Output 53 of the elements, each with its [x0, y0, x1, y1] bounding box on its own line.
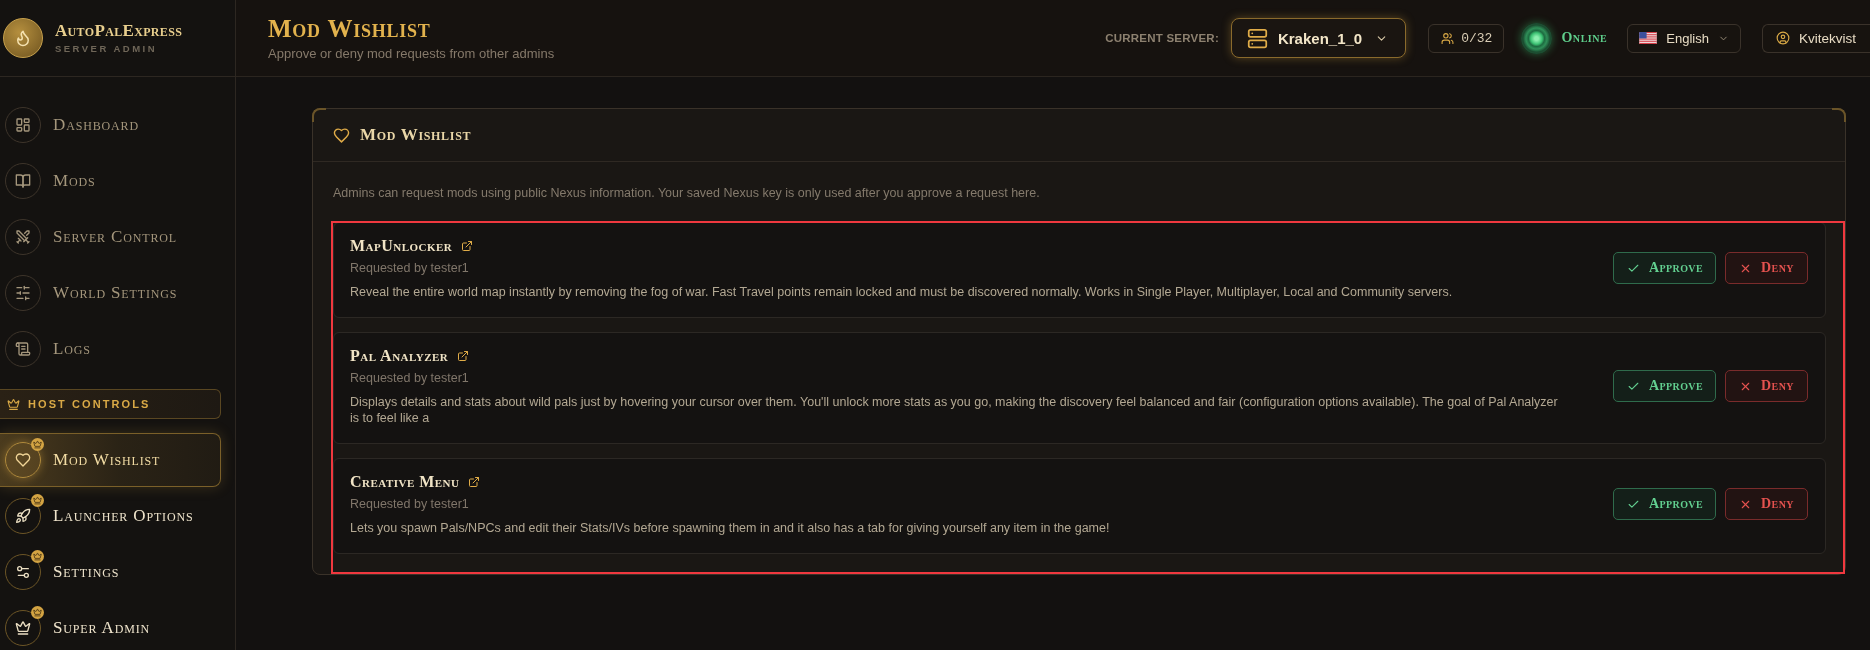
sidebar-item[interactable]: Mods — [0, 159, 221, 203]
player-count: 0/32 — [1461, 30, 1493, 46]
user-icon — [1776, 31, 1790, 45]
crown-icon — [7, 397, 20, 411]
info-text: Admins can request mods using public Nexus information. Your saved Nexus key is only used after you approve a request here. — [333, 185, 1041, 201]
crown-badge-icon — [31, 550, 44, 563]
deny-button[interactable]: Deny — [1725, 370, 1808, 402]
users-icon — [1441, 31, 1455, 45]
corner-ornament — [312, 108, 326, 122]
language-dropdown[interactable]: English — [1627, 23, 1741, 53]
sidebar-item[interactable]: Super Admin — [0, 606, 221, 650]
mod-title: MapUnlocker — [350, 237, 453, 255]
deny-button[interactable]: Deny — [1725, 488, 1808, 520]
crown-badge-icon — [31, 606, 44, 619]
sidebar-item[interactable]: Logs — [0, 327, 221, 371]
approve-button[interactable]: Approve — [1612, 488, 1717, 520]
brand-tagline: SERVER ADMIN — [55, 43, 158, 55]
deny-button[interactable]: Deny — [1725, 252, 1808, 284]
sidebar-item[interactable]: Settings — [0, 550, 221, 594]
requester-text: Requested by tester1 — [350, 496, 470, 512]
brand-name: AutoPalExpress — [55, 21, 183, 41]
card-title: Mod Wishlist — [360, 125, 472, 145]
crown-badge-icon — [31, 494, 44, 507]
sidebar-item[interactable]: Mod Wishlist — [0, 433, 221, 487]
approve-button[interactable]: Approve — [1612, 252, 1717, 284]
approve-button[interactable]: Approve — [1612, 370, 1717, 402]
section-title: HOST CONTROLS — [28, 398, 151, 410]
mod-description: Lets you spawn Pals/NPCs and edit their Stats/IVs before spawning them in and it also has a tab for giving yourself any item in the game! — [350, 520, 1111, 536]
external-link-icon[interactable] — [457, 350, 470, 362]
sidebar-item[interactable]: Launcher Options — [0, 494, 221, 538]
mod-description: Displays details and stats about wild pals just by hovering your cursor over them. You'll unlock more stats as you go, making the discovery feel balanced and fair (configuration options available). The goal of Pal Analyzer is to feel like a — [350, 394, 1559, 426]
requester-text: Requested by tester1 — [350, 260, 470, 276]
page-subtitle: Approve or deny mod requests from other admins — [268, 45, 555, 62]
external-link-icon[interactable] — [468, 476, 481, 488]
server-dropdown[interactable]: Kraken_1_0 — [1230, 18, 1407, 58]
mod-description: Reveal the entire world map instantly by removing the fog of war. Fast Travel points remain locked and must be discovered normally. Works in Single Player, Multiplayer, Local and Community servers. — [350, 284, 1454, 300]
mod-title: Creative Menu — [350, 473, 460, 491]
server-icon — [1246, 27, 1268, 49]
sidebar-item[interactable]: Dashboard — [0, 103, 221, 147]
heart-icon — [333, 126, 350, 144]
sidebar-item[interactable]: Server Control — [0, 215, 221, 259]
crown-badge-icon — [31, 438, 44, 451]
requester-text: Requested by tester1 — [350, 370, 470, 386]
page-title: Mod Wishlist — [268, 14, 432, 43]
corner-ornament — [1832, 108, 1846, 122]
flag-icon — [1639, 32, 1658, 44]
flame-logo-icon — [3, 18, 43, 58]
server-label: CURRENT SERVER: — [1105, 32, 1219, 44]
mod-title: Pal Analyzer — [350, 347, 449, 365]
status-label: Online — [1561, 30, 1608, 46]
external-link-icon[interactable] — [461, 240, 474, 252]
user-menu-button[interactable]: Kvitekvist — [1762, 23, 1870, 53]
sidebar-item[interactable]: World Settings — [0, 271, 221, 315]
